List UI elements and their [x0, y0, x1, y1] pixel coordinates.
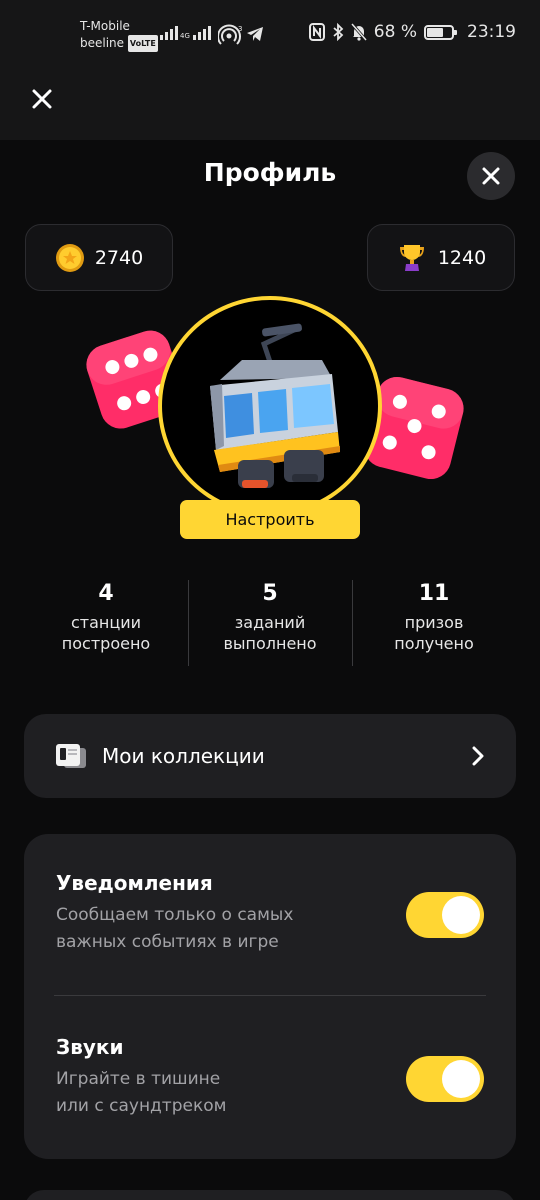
clock: 23:19	[467, 22, 516, 42]
bluetooth-icon	[333, 23, 344, 41]
coins-balance[interactable]: 2740	[25, 224, 173, 291]
nfc-icon	[308, 23, 325, 41]
stat-label: станции построено	[24, 612, 188, 654]
close-icon	[482, 167, 500, 185]
battery-fill	[427, 27, 444, 37]
trophy-icon	[399, 244, 424, 271]
stat-label-line-1: призов	[404, 613, 464, 632]
collections-label: Мои коллекции	[102, 744, 265, 768]
network-type: 4G	[180, 32, 190, 40]
avatar-area: Настроить	[0, 296, 540, 546]
carrier-info: T-Mobile beeline VoLTE	[80, 18, 158, 52]
stat-value: 11	[418, 581, 450, 606]
status-right: 68 % 23:19	[308, 22, 516, 42]
stat-stations: 4 станции построено	[24, 580, 188, 666]
carrier-2: beeline	[80, 36, 125, 50]
mute-bell-icon	[350, 23, 367, 41]
coins-value: 2740	[94, 246, 144, 269]
book-icon	[56, 744, 86, 768]
signal-icons: 4G	[160, 26, 211, 40]
stat-value: 5	[262, 581, 278, 606]
stat-label-line-1: заданий	[234, 613, 306, 632]
close-icon[interactable]	[26, 83, 58, 115]
stats-row: 4 станции построено 5 заданий выполнено …	[24, 580, 516, 666]
profile-close-button[interactable]	[467, 152, 515, 200]
stat-label: заданий выполнено	[188, 612, 352, 654]
sounds-toggle[interactable]	[406, 1056, 484, 1102]
sounds-setting: Звуки Играйте в тишине или с саундтреком	[56, 1034, 484, 1120]
coin-icon	[55, 243, 84, 272]
notifications-toggle[interactable]	[406, 892, 484, 938]
stat-label-line-2: выполнено	[223, 634, 317, 653]
telegram-icon	[247, 27, 263, 41]
stat-label: призов получено	[352, 612, 516, 654]
trophies-balance[interactable]: 1240	[367, 224, 515, 291]
stat-label-line-2: получено	[394, 634, 474, 653]
setting-description-line-1: Играйте в тишине	[56, 1069, 221, 1089]
setting-description: Играйте в тишине или с саундтреком	[56, 1066, 326, 1120]
stat-label-line-2: построено	[61, 634, 151, 653]
notifications-setting: Уведомления Сообщаем только о самых важн…	[56, 870, 484, 956]
trophies-value: 1240	[437, 246, 487, 269]
carrier-2-row: beeline VoLTE	[80, 35, 158, 52]
signal-bars-icon	[160, 26, 178, 40]
setting-description: Сообщаем только о самых важных событиях …	[56, 905, 294, 952]
toggle-knob	[442, 1060, 480, 1098]
toggle-knob	[442, 896, 480, 934]
app-bar	[0, 70, 540, 140]
customize-button[interactable]: Настроить	[180, 500, 360, 539]
next-card-peek	[24, 1190, 516, 1200]
setting-title: Уведомления	[56, 871, 213, 895]
stat-tasks: 5 заданий выполнено	[188, 580, 352, 666]
divider	[54, 995, 486, 996]
chevron-right-icon	[472, 746, 484, 766]
hotspot-icon: 3	[218, 24, 242, 45]
battery-icon	[424, 24, 457, 40]
volte-badge: VoLTE	[127, 35, 158, 52]
stat-label-line-1: станции	[70, 613, 142, 632]
hotspot-count: 3	[238, 25, 242, 33]
battery-percent: 68 %	[373, 22, 417, 42]
my-collections-row[interactable]: Мои коллекции	[24, 714, 516, 798]
tram-avatar	[210, 323, 340, 488]
setting-description-line-2: или с саундтреком	[56, 1096, 227, 1116]
avatar[interactable]	[158, 296, 382, 516]
stat-value: 4	[98, 581, 114, 606]
setting-title: Звуки	[56, 1035, 124, 1059]
carrier-1: T-Mobile	[80, 19, 130, 33]
stat-prizes: 11 призов получено	[352, 580, 516, 666]
settings-card: Уведомления Сообщаем только о самых важн…	[24, 834, 516, 1159]
page-title: Профиль	[203, 158, 337, 187]
signal-bars-2-icon	[192, 26, 211, 40]
status-bar: T-Mobile beeline VoLTE 4G 3 68 % 23:19	[0, 0, 540, 70]
